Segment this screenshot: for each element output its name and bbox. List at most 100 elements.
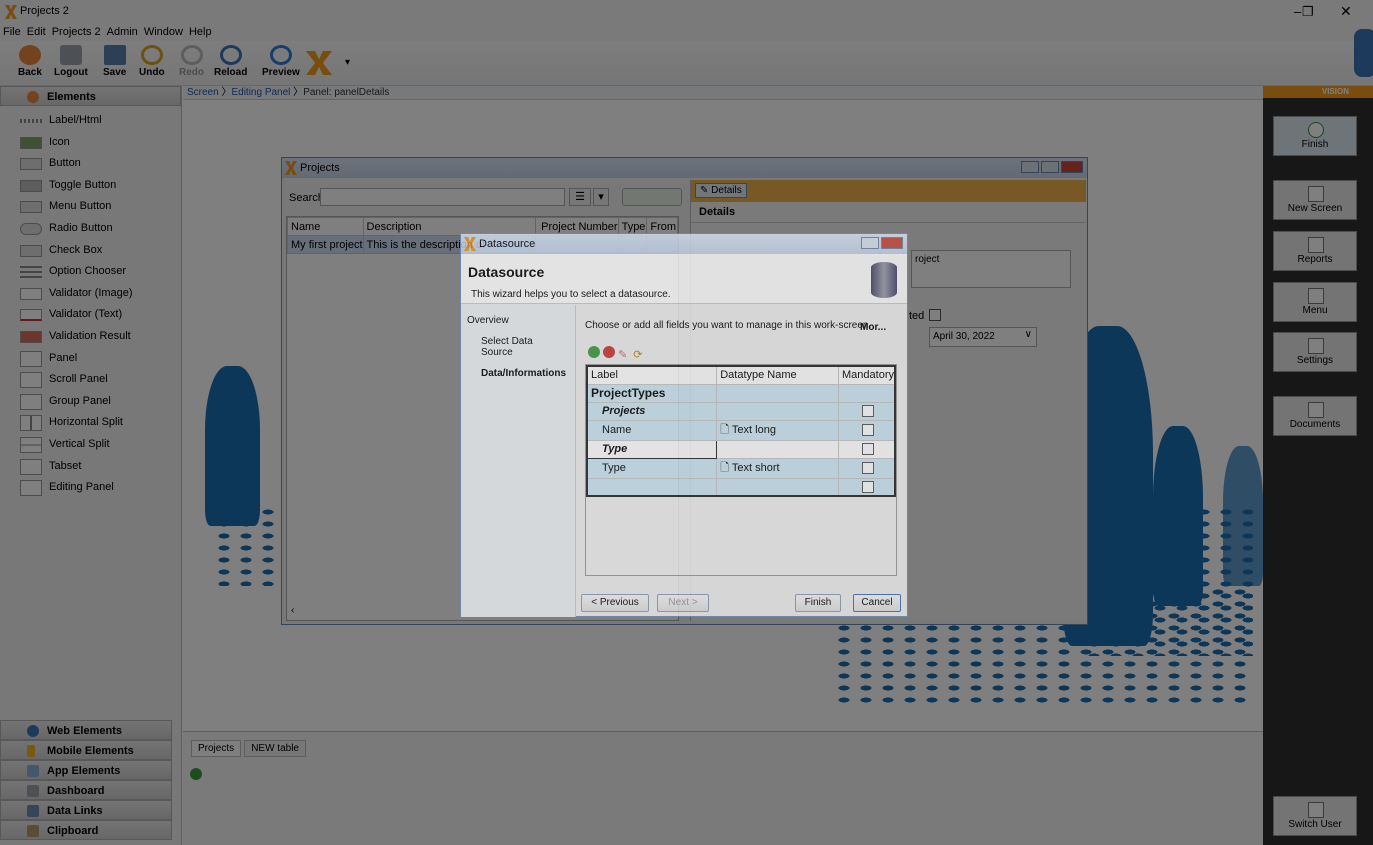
element-toggle-button[interactable]: Toggle Button bbox=[0, 175, 181, 197]
mandatory-checkbox[interactable] bbox=[862, 443, 874, 456]
menu-projects[interactable]: Projects 2 bbox=[49, 24, 104, 41]
menu-file[interactable]: File bbox=[0, 24, 24, 41]
description-field[interactable]: roject bbox=[911, 250, 1071, 288]
next-button[interactable]: Next > bbox=[657, 594, 709, 612]
column-header[interactable]: Name bbox=[287, 217, 364, 236]
element-horizontal-split[interactable]: Horizontal Split bbox=[0, 412, 181, 434]
finish-button[interactable]: Finish bbox=[1273, 116, 1357, 156]
reload-button[interactable]: Reload bbox=[214, 45, 247, 83]
table-row[interactable]: Type bbox=[586, 439, 896, 459]
vision-x-icon[interactable] bbox=[306, 51, 332, 75]
settings-button[interactable]: Settings bbox=[1273, 332, 1357, 372]
element-button[interactable]: Button bbox=[0, 153, 181, 175]
element-scroll-panel[interactable]: Scroll Panel bbox=[0, 369, 181, 391]
breadcrumb-editing-panel[interactable]: Editing Panel bbox=[231, 87, 290, 98]
maximize-button[interactable] bbox=[861, 237, 879, 249]
nav-data-informations[interactable]: Data/Informations bbox=[461, 364, 575, 383]
section-dashboard[interactable]: Dashboard bbox=[0, 780, 172, 800]
mandatory-checkbox[interactable] bbox=[862, 405, 874, 418]
table-row[interactable] bbox=[586, 477, 896, 497]
menu-help[interactable]: Help bbox=[186, 24, 215, 41]
table-row[interactable]: Name 🗋 Text long bbox=[586, 419, 896, 441]
element-group-panel[interactable]: Group Panel bbox=[0, 391, 181, 413]
add-icon[interactable] bbox=[190, 768, 202, 780]
column-header[interactable]: Datatype Name bbox=[716, 365, 840, 385]
section-data-links[interactable]: Data Links bbox=[0, 800, 172, 820]
finish-button[interactable]: Finish bbox=[795, 594, 841, 612]
back-button[interactable]: Back bbox=[18, 45, 42, 83]
list-view-button[interactable]: ☰ bbox=[569, 188, 591, 206]
mandatory-checkbox[interactable] bbox=[862, 480, 874, 493]
close-button[interactable]: ✕ bbox=[1340, 3, 1352, 20]
breadcrumb-screen[interactable]: Screen bbox=[187, 87, 219, 98]
element-label-html[interactable]: Label/Html bbox=[0, 110, 181, 132]
maximize-button[interactable] bbox=[1041, 161, 1059, 173]
tab-new-table[interactable]: NEW table bbox=[244, 740, 306, 757]
element-option-chooser[interactable]: Option Chooser bbox=[0, 261, 181, 283]
search-input[interactable] bbox=[320, 188, 565, 206]
minimize-button[interactable] bbox=[1021, 161, 1039, 173]
more-link[interactable]: Mor... bbox=[860, 322, 886, 333]
element-validator-text[interactable]: Validator (Text) bbox=[0, 304, 181, 326]
element-editing-panel[interactable]: Editing Panel bbox=[0, 477, 181, 499]
section-mobile-elements[interactable]: Mobile Elements bbox=[0, 740, 172, 760]
mandatory-checkbox[interactable] bbox=[862, 424, 874, 437]
menu-edit[interactable]: Edit bbox=[24, 24, 49, 41]
preview-button[interactable]: Preview bbox=[262, 45, 300, 83]
column-header[interactable]: Mandatory bbox=[838, 365, 896, 385]
documents-button[interactable]: Documents bbox=[1273, 396, 1357, 436]
cancel-button[interactable]: Cancel bbox=[853, 594, 901, 612]
section-web-elements[interactable]: Web Elements bbox=[0, 720, 172, 740]
help-badge-icon[interactable] bbox=[1354, 29, 1373, 77]
section-clipboard[interactable]: Clipboard bbox=[0, 820, 172, 840]
element-vertical-split[interactable]: Vertical Split bbox=[0, 434, 181, 456]
column-header[interactable]: Label bbox=[586, 365, 718, 385]
element-radio-button[interactable]: Radio Button bbox=[0, 218, 181, 240]
close-button[interactable] bbox=[881, 237, 903, 249]
table-row[interactable]: Projects bbox=[586, 401, 896, 421]
menu-button[interactable]: Menu bbox=[1273, 282, 1357, 322]
breadcrumb-panel[interactable]: Panel: panelDetails bbox=[303, 87, 389, 98]
tool-icons[interactable] bbox=[622, 188, 682, 206]
restore-button[interactable]: ❐ bbox=[1302, 4, 1314, 20]
edit-field-icon[interactable]: ✎ bbox=[618, 348, 630, 361]
undo-button[interactable]: Undo bbox=[139, 45, 165, 83]
table-row[interactable]: ProjectTypes bbox=[586, 383, 896, 403]
date-field[interactable]: April 30, 2022 ∨ bbox=[929, 327, 1037, 347]
completed-checkbox[interactable] bbox=[929, 309, 941, 321]
table-row[interactable]: Type 🗋 Text short bbox=[586, 457, 896, 479]
element-validation-result[interactable]: Validation Result bbox=[0, 326, 181, 348]
remove-field-icon[interactable] bbox=[603, 346, 616, 358]
element-menu-button[interactable]: Menu Button bbox=[0, 196, 181, 218]
element-validator-image[interactable]: Validator (Image) bbox=[0, 283, 181, 305]
nav-select-data-source[interactable]: Select Data Source bbox=[461, 330, 575, 364]
element-tabset[interactable]: Tabset bbox=[0, 456, 181, 478]
redo-button[interactable]: Redo bbox=[179, 45, 204, 83]
close-button[interactable] bbox=[1061, 161, 1083, 173]
view-dropdown-button[interactable]: ▾ bbox=[593, 188, 609, 206]
nav-overview[interactable]: Overview bbox=[461, 305, 575, 330]
section-app-elements[interactable]: App Elements bbox=[0, 760, 172, 780]
logout-button[interactable]: Logout bbox=[54, 45, 88, 83]
element-panel[interactable]: Panel bbox=[0, 348, 181, 370]
cell-name[interactable]: My first project bbox=[287, 235, 364, 254]
reports-button[interactable]: Reports bbox=[1273, 231, 1357, 271]
calendar-dropdown-icon[interactable]: ∨ bbox=[1025, 329, 1032, 340]
menu-window[interactable]: Window bbox=[141, 24, 186, 41]
minimize-button[interactable]: – bbox=[1294, 4, 1301, 19]
element-icon[interactable]: Icon bbox=[0, 132, 181, 154]
mandatory-checkbox[interactable] bbox=[862, 462, 874, 475]
previous-button[interactable]: < Previous bbox=[581, 594, 649, 612]
details-tab[interactable]: ✎ Details bbox=[695, 183, 747, 198]
refresh-field-icon[interactable]: ⟳ bbox=[633, 348, 645, 361]
element-check-box[interactable]: Check Box bbox=[0, 240, 181, 262]
add-field-icon[interactable] bbox=[588, 346, 600, 358]
save-button[interactable]: Save bbox=[103, 45, 126, 83]
switch-user-button[interactable]: Switch User bbox=[1273, 796, 1357, 836]
elements-header[interactable]: Elements bbox=[0, 86, 181, 106]
tab-projects[interactable]: Projects bbox=[191, 740, 242, 757]
scroll-left-icon[interactable]: ‹ bbox=[291, 605, 294, 616]
menu-admin[interactable]: Admin bbox=[104, 24, 141, 41]
new-screen-button[interactable]: New Screen bbox=[1273, 180, 1357, 220]
dropdown-arrow-icon[interactable]: ▾ bbox=[345, 57, 350, 68]
